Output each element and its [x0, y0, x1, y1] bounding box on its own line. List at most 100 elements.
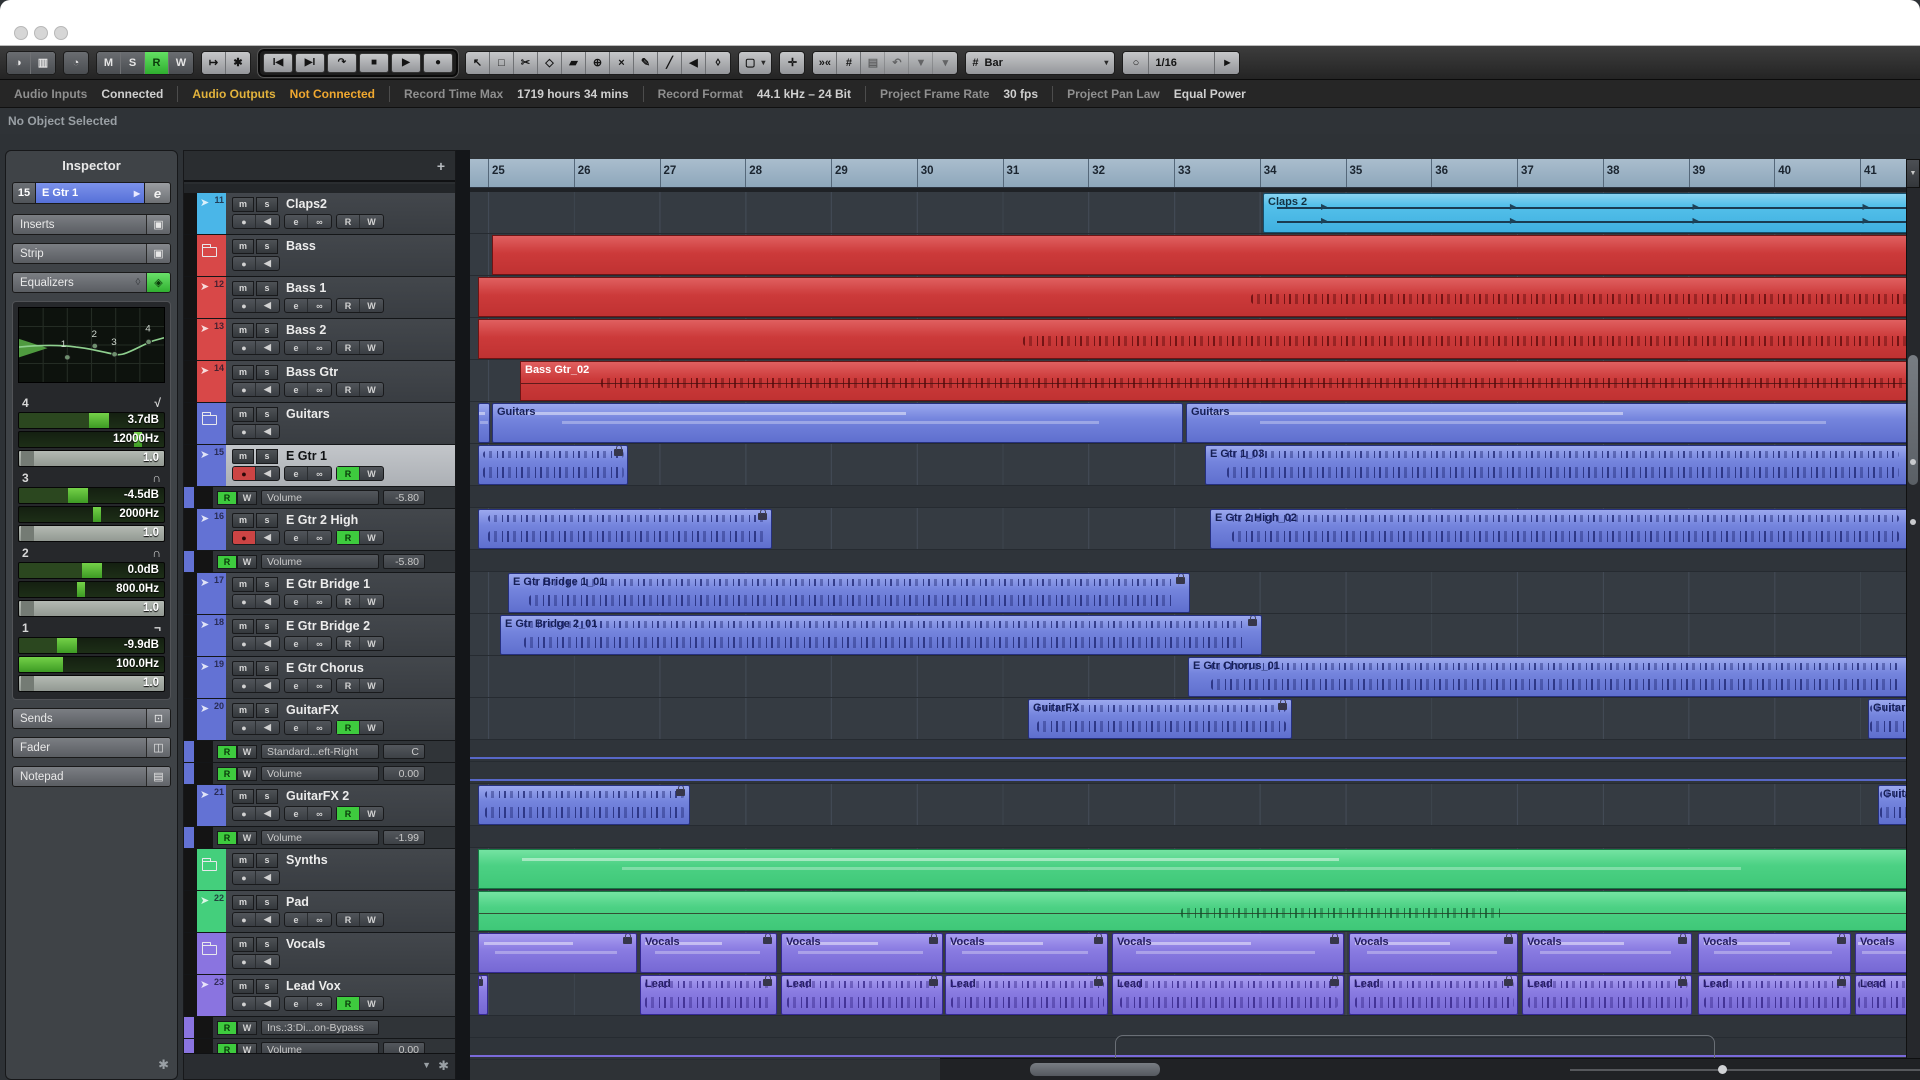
write-automation-button[interactable]: W [360, 997, 383, 1010]
automation-write-button[interactable]: W [237, 744, 257, 759]
event-e-gtr-bridge-1-01[interactable]: E Gtr Bridge 1_01 [508, 573, 1190, 613]
eq-active-icon[interactable]: ◈ [146, 273, 170, 292]
edit-channel-button[interactable]: e [285, 341, 308, 354]
edit-channel-button[interactable]: e [285, 467, 308, 480]
mute-button[interactable]: m [232, 406, 254, 422]
automation-read-button[interactable]: R [217, 490, 237, 505]
automation-value[interactable]: -5.80 [383, 490, 425, 505]
event[interactable] [478, 785, 690, 825]
audio-track-row-e-gtr-bridge-1[interactable]: ➤ 17 m s E Gtr Bridge 1 ● ◀ e ∞ R W [184, 573, 455, 615]
edit-channel-button[interactable]: e [285, 215, 308, 228]
solo-button[interactable]: s [256, 512, 278, 528]
automation-read-button[interactable]: R [217, 554, 237, 569]
event-guitars[interactable]: Guitars [1186, 403, 1914, 443]
event-lead[interactable]: Lead [945, 975, 1108, 1015]
automation-lane-row[interactable]: R W Volume 0.00 [184, 763, 455, 785]
monitor-button[interactable]: ◀ [256, 257, 279, 270]
global-w-button[interactable]: W [169, 51, 193, 74]
folder-track-row-vocals[interactable]: m s Vocals ● ◀ [184, 933, 455, 975]
monitor-button[interactable]: ◀ [256, 997, 279, 1010]
audio-track-row-claps2[interactable]: ➤ 11 m s Claps2 ● ◀ e ∞ R W [184, 193, 455, 235]
read-automation-button[interactable]: R [337, 383, 360, 396]
zoom-slider-handle[interactable] [1718, 1065, 1727, 1074]
read-automation-button[interactable]: R [337, 215, 360, 228]
read-automation-button[interactable]: R [337, 807, 360, 820]
event[interactable] [478, 445, 628, 485]
automation-value[interactable]: -1.99 [383, 830, 425, 845]
write-automation-button[interactable]: W [360, 531, 383, 544]
status-item-audio-outputs[interactable]: Audio Outputs Not Connected [178, 87, 389, 101]
automation-write-button[interactable]: W [237, 830, 257, 845]
solo-button[interactable]: s [256, 702, 278, 718]
read-automation-button[interactable]: R [337, 913, 360, 926]
event-lead[interactable]: Lead [1522, 975, 1692, 1015]
event-e-gtr-1-03[interactable]: E Gtr 1_03 [1205, 445, 1914, 485]
e q-band-3-gain-slider[interactable]: -4.5dB [18, 487, 165, 504]
solo-button[interactable]: s [256, 196, 278, 212]
global-r-button[interactable]: R [145, 51, 169, 74]
mute-button[interactable]: m [232, 576, 254, 592]
event-vocals[interactable]: Vocals [640, 933, 777, 973]
event[interactable] [478, 509, 772, 549]
mute-button[interactable]: m [232, 280, 254, 296]
automation-read-button[interactable]: R [217, 1020, 237, 1035]
mute-button[interactable]: m [232, 936, 254, 952]
automation-parameter-label[interactable]: Volume [261, 766, 379, 781]
mute-button[interactable]: m [232, 448, 254, 464]
mute-button[interactable]: m [232, 660, 254, 676]
write-automation-button[interactable]: W [360, 637, 383, 650]
eq-band-2-freq-slider[interactable]: 800.0Hz [18, 581, 165, 598]
automation-parameter-label[interactable]: Volume [261, 1042, 379, 1053]
event-lead[interactable]: Lead [640, 975, 777, 1015]
track-list-divider[interactable] [456, 150, 470, 1080]
event[interactable] [478, 277, 1914, 317]
event-lead[interactable]: Lead [781, 975, 943, 1015]
event-e-gtr-2-high-02[interactable]: E Gtr 2 High_02 [1210, 509, 1914, 549]
track-list-settings-gear-icon[interactable]: ✱ [438, 1058, 449, 1074]
record-enable-button[interactable]: ● [233, 257, 256, 270]
vertical-scrollbar[interactable] [1906, 159, 1920, 1060]
solo-button[interactable]: s [256, 618, 278, 634]
write-automation-button[interactable]: W [360, 215, 383, 228]
automation-value[interactable]: C [383, 744, 425, 759]
close-window-icon[interactable] [14, 26, 28, 40]
monitor-button[interactable]: ◀ [256, 679, 279, 692]
strip-bypass-icon[interactable]: ▣ [146, 244, 170, 263]
automation-parameter-label[interactable]: Volume [261, 490, 379, 505]
add-track-button[interactable]: + [437, 158, 445, 174]
edit-channel-button[interactable]: e [285, 383, 308, 396]
solo-button[interactable]: s [256, 448, 278, 464]
fader-section-bar[interactable]: Fader ◫ [12, 737, 171, 758]
edit-channel-button[interactable]: e [285, 637, 308, 650]
event-guitars[interactable]: Guitars [492, 403, 1183, 443]
write-automation-button[interactable]: W [360, 595, 383, 608]
event[interactable] [478, 933, 637, 973]
edit-channel-button[interactable]: e [285, 997, 308, 1010]
edit-channel-button[interactable]: e [285, 807, 308, 820]
play-button[interactable]: ▶ [391, 52, 421, 73]
record-enable-button[interactable]: ● [233, 425, 256, 438]
mute-button[interactable]: m [232, 894, 254, 910]
status-item-audio-inputs[interactable]: Audio Inputs Connected [0, 87, 177, 101]
eq-band-3-freq-slider[interactable]: 2000Hz [18, 506, 165, 523]
record-enable-button[interactable]: ● [233, 531, 256, 544]
window-layout-button[interactable]: ▥ [31, 51, 55, 74]
record-enable-button[interactable]: ● [233, 871, 256, 884]
event[interactable] [478, 975, 488, 1015]
record-enable-button[interactable]: ● [233, 679, 256, 692]
mute-button[interactable]: m [232, 196, 254, 212]
record-enable-button[interactable]: ● [233, 997, 256, 1010]
write-automation-button[interactable]: W [360, 467, 383, 480]
automation-write-button[interactable]: W [237, 1020, 257, 1035]
audio-track-row-bass-2[interactable]: ➤ 13 m s Bass 2 ● ◀ e ∞ R W [184, 319, 455, 361]
record-enable-button[interactable]: ● [233, 215, 256, 228]
mute-button[interactable]: m [232, 852, 254, 868]
monitor-button[interactable]: ◀ [256, 341, 279, 354]
event-claps-2[interactable]: Claps 2 ▶ ▶ ▶ ▶ ▶ ▶ ▶ ▶ [1263, 193, 1914, 233]
event-vocals[interactable]: Vocals [1522, 933, 1692, 973]
read-automation-button[interactable]: R [337, 679, 360, 692]
event[interactable] [478, 403, 490, 443]
automation-value[interactable]: -5.80 [383, 554, 425, 569]
event-lead[interactable]: Lead [1698, 975, 1851, 1015]
automation-parameter-label[interactable]: Volume [261, 830, 379, 845]
